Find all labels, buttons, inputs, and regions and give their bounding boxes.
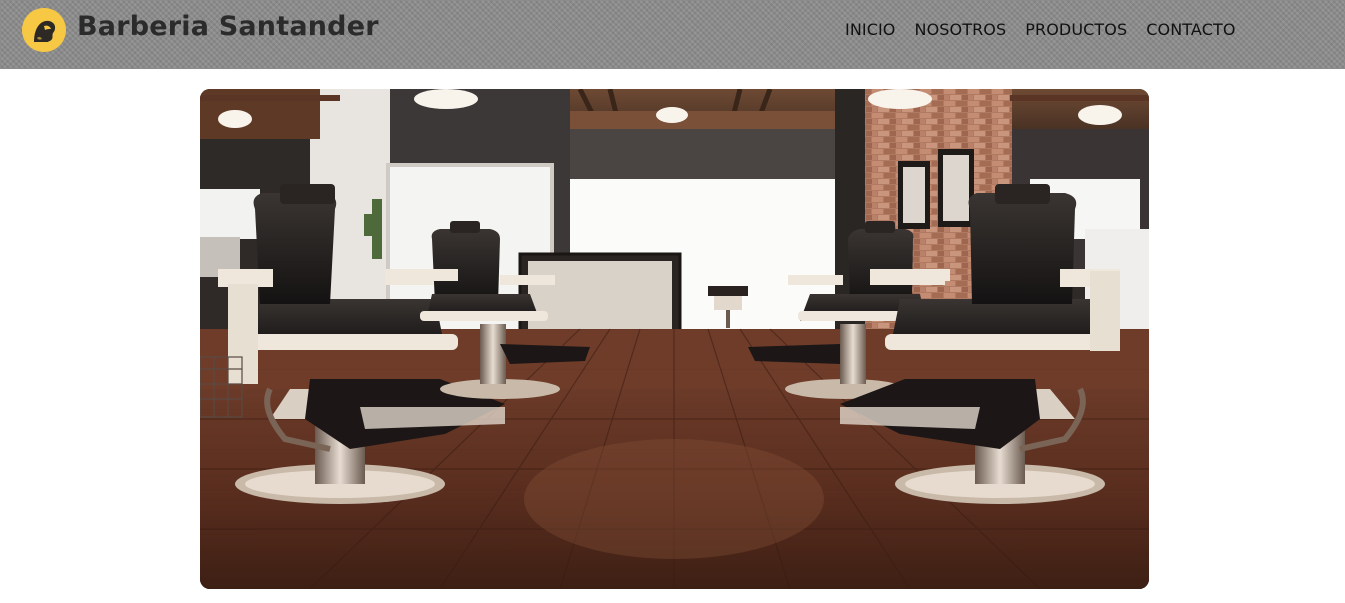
main-nav: INICIO NOSOTROS PRODUCTOS CONTACTO xyxy=(845,20,1236,39)
nav-item-nosotros: NOSOTROS xyxy=(915,20,1007,39)
nav-link-productos[interactable]: PRODUCTOS xyxy=(1025,20,1127,39)
nav-item-productos: PRODUCTOS xyxy=(1025,20,1127,39)
brand-name: Barberia Santander xyxy=(77,10,379,42)
nav-item-inicio: INICIO xyxy=(845,20,896,39)
barber-silhouette-icon xyxy=(22,8,66,52)
nav-link-inicio[interactable]: INICIO xyxy=(845,20,896,39)
header-bar: Barberia Santander INICIO NOSOTROS PRODU… xyxy=(0,0,1345,69)
logo-link[interactable]: Barberia Santander xyxy=(22,8,379,52)
hero-image xyxy=(200,89,1149,589)
nav-link-nosotros[interactable]: NOSOTROS xyxy=(915,20,1007,39)
barbershop-interior-illustration xyxy=(200,89,1149,589)
nav-link-contacto[interactable]: CONTACTO xyxy=(1146,20,1235,39)
nav-item-contacto: CONTACTO xyxy=(1146,20,1235,39)
